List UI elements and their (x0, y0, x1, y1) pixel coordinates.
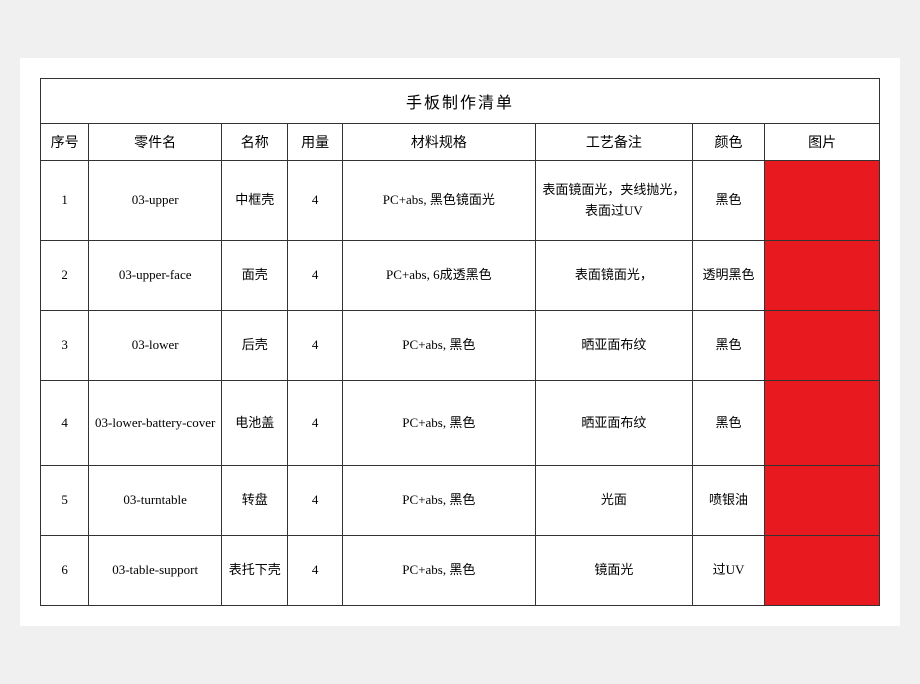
table-title: 手板制作清单 (41, 79, 880, 124)
cell-image (765, 536, 880, 606)
header-spec: 材料规格 (342, 124, 535, 161)
header-process: 工艺备注 (535, 124, 692, 161)
cell-color: 黑色 (692, 161, 764, 241)
cell-part: 03-upper-face (89, 241, 222, 311)
cell-qty: 4 (288, 381, 342, 466)
cell-qty: 4 (288, 311, 342, 381)
cell-part: 03-turntable (89, 466, 222, 536)
table-row: 503-turntable转盘4PC+abs, 黑色光面喷银油 (41, 466, 880, 536)
cell-spec: PC+abs, 黑色 (342, 466, 535, 536)
cell-part: 03-upper (89, 161, 222, 241)
page-wrapper: 手板制作清单 序号 零件名 名称 用量 材料规格 工艺备注 颜色 图片 103-… (20, 58, 900, 626)
cell-name: 表托下壳 (222, 536, 288, 606)
cell-part: 03-table-support (89, 536, 222, 606)
cell-image (765, 381, 880, 466)
cell-seq: 2 (41, 241, 89, 311)
table-row: 603-table-support表托下壳4PC+abs, 黑色镜面光过UV (41, 536, 880, 606)
header-image: 图片 (765, 124, 880, 161)
cell-seq: 4 (41, 381, 89, 466)
table-row: 403-lower-battery-cover电池盖4PC+abs, 黑色晒亚面… (41, 381, 880, 466)
table-row: 303-lower后壳4PC+abs, 黑色晒亚面布纹黑色 (41, 311, 880, 381)
cell-process: 镜面光 (535, 536, 692, 606)
cell-qty: 4 (288, 536, 342, 606)
table-row: 103-upper中框壳4PC+abs, 黑色镜面光表面镜面光，夹线抛光，表面过… (41, 161, 880, 241)
cell-process: 表面镜面光，夹线抛光，表面过UV (535, 161, 692, 241)
cell-image (765, 466, 880, 536)
cell-image (765, 161, 880, 241)
header-row: 序号 零件名 名称 用量 材料规格 工艺备注 颜色 图片 (41, 124, 880, 161)
cell-process: 光面 (535, 466, 692, 536)
cell-color: 喷银油 (692, 466, 764, 536)
cell-name: 中框壳 (222, 161, 288, 241)
cell-spec: PC+abs, 黑色 (342, 536, 535, 606)
cell-spec: PC+abs, 黑色镜面光 (342, 161, 535, 241)
cell-color: 透明黑色 (692, 241, 764, 311)
cell-qty: 4 (288, 241, 342, 311)
cell-part: 03-lower (89, 311, 222, 381)
cell-spec: PC+abs, 黑色 (342, 311, 535, 381)
main-table: 手板制作清单 序号 零件名 名称 用量 材料规格 工艺备注 颜色 图片 103-… (40, 78, 880, 606)
cell-color: 过UV (692, 536, 764, 606)
cell-seq: 5 (41, 466, 89, 536)
header-name: 名称 (222, 124, 288, 161)
header-qty: 用量 (288, 124, 342, 161)
header-color: 颜色 (692, 124, 764, 161)
cell-image (765, 311, 880, 381)
cell-seq: 3 (41, 311, 89, 381)
cell-name: 后壳 (222, 311, 288, 381)
header-seq: 序号 (41, 124, 89, 161)
cell-name: 转盘 (222, 466, 288, 536)
cell-name: 面壳 (222, 241, 288, 311)
cell-color: 黑色 (692, 381, 764, 466)
cell-part: 03-lower-battery-cover (89, 381, 222, 466)
cell-process: 晒亚面布纹 (535, 311, 692, 381)
cell-qty: 4 (288, 466, 342, 536)
cell-spec: PC+abs, 黑色 (342, 381, 535, 466)
table-row: 203-upper-face面壳4PC+abs, 6成透黑色表面镜面光，透明黑色 (41, 241, 880, 311)
title-row: 手板制作清单 (41, 79, 880, 124)
cell-color: 黑色 (692, 311, 764, 381)
cell-name: 电池盖 (222, 381, 288, 466)
cell-process: 表面镜面光， (535, 241, 692, 311)
cell-qty: 4 (288, 161, 342, 241)
cell-spec: PC+abs, 6成透黑色 (342, 241, 535, 311)
cell-image (765, 241, 880, 311)
header-part: 零件名 (89, 124, 222, 161)
cell-seq: 1 (41, 161, 89, 241)
cell-process: 晒亚面布纹 (535, 381, 692, 466)
cell-seq: 6 (41, 536, 89, 606)
